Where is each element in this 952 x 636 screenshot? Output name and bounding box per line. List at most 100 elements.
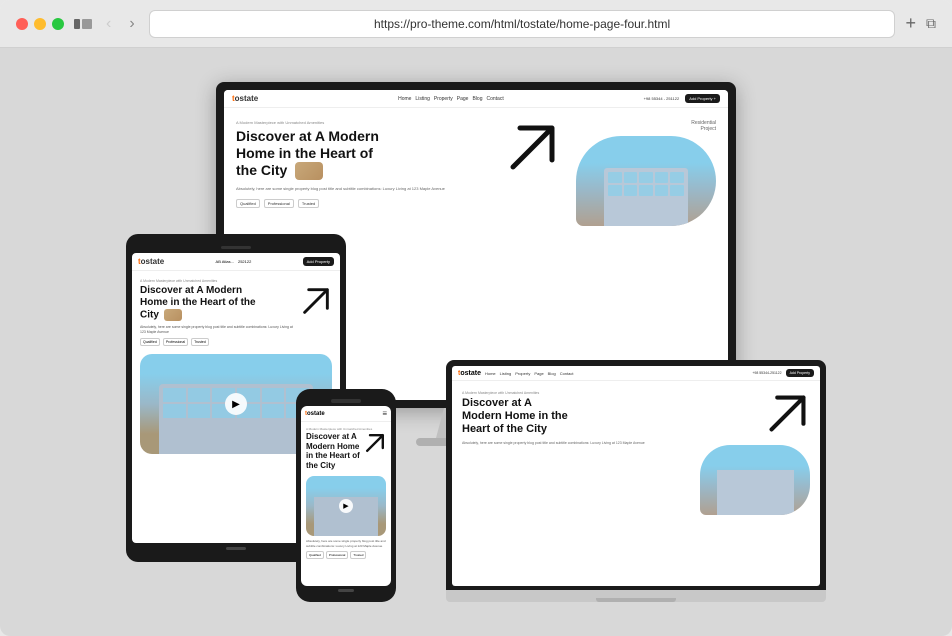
phone-site-content: tostate ≡ A Modern Masterpiece with Unma… <box>301 406 391 586</box>
laptop-nav-listing[interactable]: Listing <box>500 371 512 376</box>
phone-tag-qualified: Qualified <box>306 551 324 559</box>
monitor-hero-title: Discover at A ModernHome in the Heart of… <box>236 128 484 180</box>
phone-notch <box>331 399 361 403</box>
laptop-hero: A Modern Masterpiece with Unmatched Amen… <box>452 381 820 525</box>
tablet-site-header: tostate AB Atlas... 252122 Add Property <box>132 253 340 271</box>
tablet-hero-tags: Qualified Professional Trusted <box>140 338 296 346</box>
monitor-site-header: tostate Home Listing Property Page Blog … <box>224 90 728 108</box>
tablet-cta-button[interactable]: Add Property <box>303 257 334 266</box>
laptop-screen: tostate Home Listing Property Page Blog … <box>452 366 820 586</box>
monitor-hero-arrow <box>500 120 560 180</box>
tablet-tag-professional: Professional <box>163 338 188 346</box>
address-bar[interactable]: https://pro-theme.com/html/tostate/home-… <box>149 10 896 38</box>
laptop-bezel: tostate Home Listing Property Page Blog … <box>446 360 826 590</box>
monitor-nav-contact[interactable]: Contact <box>486 96 503 102</box>
tablet-nav-item2[interactable]: 252122 <box>238 259 251 264</box>
tablet-hero-desc: Absolutely, here are some single propert… <box>140 325 296 335</box>
monitor-nav-property[interactable]: Property <box>434 96 453 102</box>
laptop-arrow-icon <box>765 391 810 441</box>
monitor-hero-subtitle: A Modern Masterpiece with Unmatched Amen… <box>236 120 484 125</box>
url-text: https://pro-theme.com/html/tostate/home-… <box>374 17 670 31</box>
phone: tostate ≡ A Modern Masterpiece with Unma… <box>296 389 396 602</box>
monitor-phone: +98 55344 - 251122 <box>644 96 680 101</box>
play-button-icon[interactable]: ▶ <box>225 393 247 415</box>
phone-hero: A Modern Masterpiece with Unmatched Amen… <box>301 422 391 564</box>
laptop-hero-text: A Modern Masterpiece with Unmatched Amen… <box>462 391 694 515</box>
phone-arrow-icon <box>364 432 386 454</box>
monitor-nav-listing[interactable]: Listing <box>415 96 429 102</box>
tablet-speaker <box>221 246 251 249</box>
monitor-nav-home[interactable]: Home <box>398 96 411 102</box>
laptop-nav-page[interactable]: Page <box>534 371 543 376</box>
maximize-button[interactable] <box>52 18 64 30</box>
browser-titlebar: ‹ › https://pro-theme.com/html/tostate/h… <box>0 0 952 48</box>
laptop-nav-blog[interactable]: Blog <box>548 371 556 376</box>
arrow-icon <box>505 120 560 175</box>
monitor-nav-page[interactable]: Page <box>457 96 469 102</box>
laptop-nav-contact[interactable]: Contact <box>560 371 574 376</box>
phone-play-icon[interactable]: ▶ <box>339 499 353 513</box>
tablet-home-button[interactable] <box>226 547 246 550</box>
phone-hero-title: Discover at AModern Homein the Heart oft… <box>306 432 362 470</box>
tablet-tag-qualified: Qualified <box>140 338 160 346</box>
tablet-tag-trusted: Trusted <box>191 338 209 346</box>
laptop-nav-home[interactable]: Home <box>485 371 496 376</box>
sidebar-toggle-icon[interactable] <box>74 19 92 29</box>
forward-button[interactable]: › <box>125 13 138 35</box>
phone-hero-desc: Absolutely, here are some single propert… <box>306 539 386 547</box>
phone-tags: Qualified Professional Trusted <box>306 551 386 559</box>
phone-building-image: ▶ <box>306 476 386 536</box>
laptop-site-header: tostate Home Listing Property Page Blog … <box>452 366 820 381</box>
laptop-logo: tostate <box>458 370 481 377</box>
phone-menu-icon[interactable]: ≡ <box>382 409 387 418</box>
phone-screen: tostate ≡ A Modern Masterpiece with Unma… <box>301 406 391 586</box>
tablet-nav-item[interactable]: AB Atlas... <box>216 259 234 264</box>
browser-window: ‹ › https://pro-theme.com/html/tostate/h… <box>0 0 952 636</box>
phone-tag-trusted: Trusted <box>350 551 366 559</box>
laptop-cta-button[interactable]: Add Property <box>786 369 814 377</box>
minimize-button[interactable] <box>34 18 46 30</box>
new-tab-button[interactable]: + <box>905 13 916 34</box>
laptop-hero-title: Discover at AModern Home in theHeart of … <box>462 397 694 437</box>
back-button[interactable]: ‹ <box>102 13 115 35</box>
phone-hero-row: Discover at AModern Homein the Heart oft… <box>306 432 386 472</box>
monitor-hero-desc: Absolutely, here are some single propert… <box>236 186 484 192</box>
phone-hero-subtitle: A Modern Masterpiece with Unmatched Amen… <box>306 427 386 431</box>
monitor-nav: Home Listing Property Page Blog Contact <box>264 96 637 102</box>
monitor-cta-button[interactable]: Add Property + <box>685 94 720 103</box>
traffic-lights <box>16 18 64 30</box>
tablet-hero-row: Discover at A ModernHome in the Heart of… <box>140 285 332 346</box>
monitor-building-image <box>576 136 716 226</box>
laptop-nav-property[interactable]: Property <box>515 371 530 376</box>
monitor-hero-image-area: Residential Project <box>576 120 716 346</box>
laptop-hero-desc: Absolutely, here are some single propert… <box>462 441 694 446</box>
laptop-hero-subtitle: A Modern Masterpiece with Unmatched Amen… <box>462 391 694 395</box>
laptop-nav: Home Listing Property Page Blog Contact <box>485 371 748 376</box>
laptop-arrow <box>765 391 810 436</box>
browser-content: tostate Home Listing Property Page Blog … <box>0 48 952 636</box>
monitor-nav-blog[interactable]: Blog <box>472 96 482 102</box>
phone-logo: tostate <box>305 411 325 417</box>
phone-bezel: tostate ≡ A Modern Masterpiece with Unma… <box>296 389 396 602</box>
tablet-hero-text: Discover at A ModernHome in the Heart of… <box>140 285 296 346</box>
tag-trusted: Trusted <box>298 199 319 208</box>
phone-home-indicator <box>338 589 354 592</box>
laptop-phone: +98 55344-251122 <box>752 371 781 375</box>
monitor-logo: tostate <box>232 94 258 103</box>
tablet-hero-subtitle: A Modern Masterpiece with Unmatched Amen… <box>140 279 332 283</box>
laptop-site-content: tostate Home Listing Property Page Blog … <box>452 366 820 586</box>
phone-arrow-area <box>364 432 386 459</box>
tag-professional: Professional <box>264 199 294 208</box>
close-button[interactable] <box>16 18 28 30</box>
monitor-hero-tags: Qualified Professional Trusted <box>236 199 484 208</box>
laptop-base <box>446 590 826 602</box>
tablet-arrow-icon <box>300 285 332 317</box>
tablet-nav: AB Atlas... 252122 <box>168 259 298 264</box>
copy-button[interactable]: ⧉ <box>926 15 936 32</box>
laptop-hero-right <box>700 391 810 515</box>
phone-hero-text: Discover at AModern Homein the Heart oft… <box>306 432 362 472</box>
laptop-building-image <box>700 445 810 515</box>
tag-qualified: Qualified <box>236 199 260 208</box>
tablet-logo: tostate <box>138 257 164 266</box>
tablet-arrow-area <box>300 285 332 322</box>
